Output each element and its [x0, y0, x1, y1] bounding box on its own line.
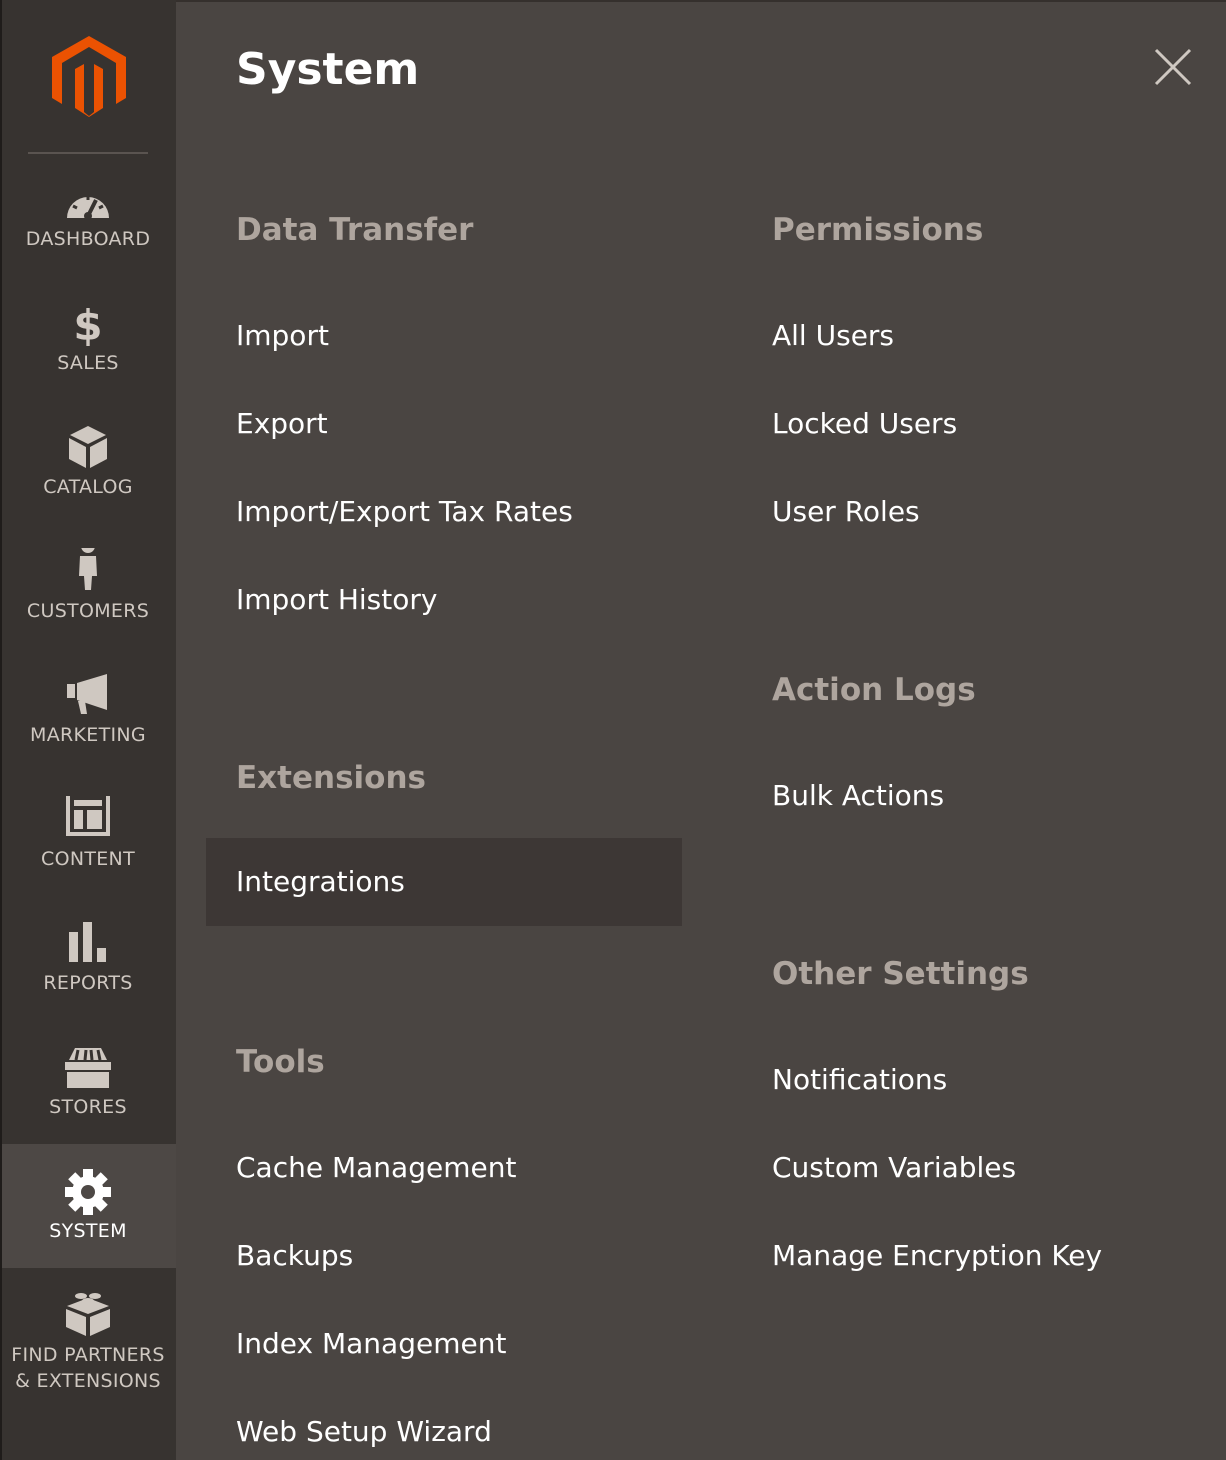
menu-link-bulk-actions[interactable]: Bulk Actions — [772, 776, 944, 816]
sidebar-item-content[interactable]: CONTENT — [0, 796, 176, 920]
menu-link-custom-variables[interactable]: Custom Variables — [772, 1148, 1016, 1188]
close-icon[interactable] — [1150, 44, 1196, 90]
menu-link-locked-users[interactable]: Locked Users — [772, 404, 957, 444]
section-heading-permissions: Permissions — [772, 212, 984, 248]
person-icon — [79, 548, 97, 590]
menu-link-backups[interactable]: Backups — [236, 1236, 353, 1276]
magento-logo-icon[interactable] — [50, 34, 128, 120]
sidebar-item-label: SALES — [57, 352, 119, 374]
lego-brick-icon — [66, 1293, 110, 1336]
box-icon — [69, 426, 107, 468]
sidebar-item-label: CATALOG — [43, 476, 133, 498]
layout-icon — [66, 796, 110, 836]
sidebar-item-label: CUSTOMERS — [26, 600, 150, 622]
menu-link-all-users[interactable]: All Users — [772, 316, 894, 356]
menu-link-cache-management[interactable]: Cache Management — [236, 1148, 516, 1188]
sidebar-item-marketing[interactable]: MARKETING — [0, 672, 176, 796]
menu-link-integrations[interactable]: Integrations — [206, 838, 682, 926]
sidebar-item-customers[interactable]: CUSTOMERS — [0, 548, 176, 672]
section-heading-tools: Tools — [236, 1044, 325, 1080]
section-heading-other-settings: Other Settings — [772, 956, 1029, 992]
dollar-icon: $ — [73, 301, 102, 350]
sidebar-item-label: MARKETING — [30, 724, 146, 746]
admin-sidebar: DASHBOARD $ SALES CATALOG CUSTOMERS MARK… — [0, 0, 176, 1460]
megaphone-icon — [67, 674, 107, 714]
menu-link-export[interactable]: Export — [236, 404, 328, 444]
menu-link-index-management[interactable]: Index Management — [236, 1324, 506, 1364]
menu-link-web-setup-wizard[interactable]: Web Setup Wizard — [236, 1412, 492, 1452]
menu-link-import-history[interactable]: Import History — [236, 580, 437, 620]
section-heading-action-logs: Action Logs — [772, 672, 976, 708]
sidebar-item-dashboard[interactable]: DASHBOARD — [0, 176, 176, 300]
page-title: System — [236, 44, 420, 95]
menu-link-manage-encryption-key[interactable]: Manage Encryption Key — [772, 1236, 1102, 1276]
window-top-border — [0, 0, 1226, 2]
sidebar-item-label: & EXTENSIONS — [15, 1370, 161, 1392]
bar-chart-icon — [69, 922, 106, 962]
sidebar-item-label: REPORTS — [43, 972, 133, 994]
logo-divider — [28, 152, 148, 154]
svg-text:$: $ — [73, 301, 102, 350]
sidebar-item-reports[interactable]: REPORTS — [0, 920, 176, 1044]
section-heading-data-transfer: Data Transfer — [236, 212, 474, 248]
sidebar-item-label: CONTENT — [41, 848, 135, 870]
menu-link-user-roles[interactable]: User Roles — [772, 492, 920, 532]
sidebar-item-label: STORES — [49, 1096, 127, 1118]
sidebar-item-label: FIND PARTNERS — [11, 1344, 165, 1366]
sidebar-item-find-partners[interactable]: FIND PARTNERS & EXTENSIONS — [0, 1290, 176, 1440]
section-heading-extensions: Extensions — [236, 760, 426, 796]
storefront-icon — [65, 1048, 111, 1088]
sidebar-item-label: SYSTEM — [49, 1220, 127, 1242]
dashboard-gauge-icon — [67, 196, 109, 220]
sidebar-item-catalog[interactable]: CATALOG — [0, 424, 176, 548]
menu-link-import-export-tax-rates[interactable]: Import/Export Tax Rates — [236, 492, 573, 532]
gear-icon — [65, 1169, 111, 1215]
window-left-border — [0, 0, 2, 1460]
menu-link-notifications[interactable]: Notifications — [772, 1060, 947, 1100]
sidebar-item-system[interactable]: SYSTEM — [0, 1144, 176, 1268]
menu-link-import[interactable]: Import — [236, 316, 329, 356]
sidebar-item-sales[interactable]: $ SALES — [0, 300, 176, 424]
sidebar-item-label: DASHBOARD — [25, 228, 151, 250]
